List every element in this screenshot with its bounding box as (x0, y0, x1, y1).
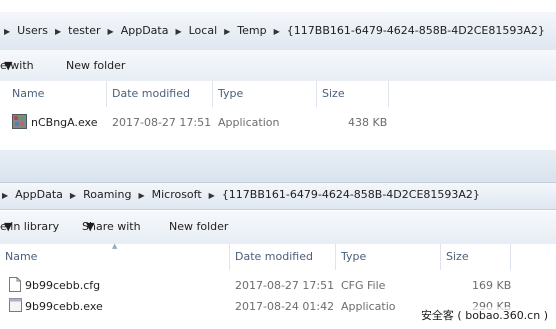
window-separator (0, 150, 556, 182)
exe-icon (12, 114, 27, 129)
file-name: 9b99cebb.exe (25, 300, 103, 313)
breadcrumb-item[interactable]: Roaming (83, 188, 131, 201)
breadcrumb-arrow-icon[interactable]: ▶ (209, 191, 215, 200)
breadcrumb-arrow-icon[interactable]: ▶ (175, 27, 181, 36)
file-size: 438 KB (348, 116, 388, 129)
file-date: 2017-08-27 17:51 (112, 116, 212, 129)
toolbar-1: e with ▼ New folder (0, 50, 556, 83)
chevron-down-icon: ▼ (86, 220, 95, 233)
breadcrumb-arrow-icon[interactable]: ▶ (274, 27, 280, 36)
breadcrumb-arrow-icon[interactable]: ▶ (2, 191, 8, 200)
column-header-row-1: Name Date modified Type Size (0, 81, 556, 107)
column-header-size[interactable]: Size (446, 244, 469, 270)
breadcrumb-item[interactable]: Microsoft (152, 188, 202, 201)
toolbar-2: e in library ▼ Share with ▼ New folder (0, 211, 556, 245)
chevron-down-icon: ▼ (4, 59, 13, 72)
breadcrumb-item[interactable]: AppData (121, 24, 169, 37)
file-icon (9, 277, 21, 292)
column-header-date[interactable]: Date modified (112, 81, 190, 107)
breadcrumb-arrow-icon[interactable]: ▶ (70, 191, 76, 200)
file-type: CFG File (341, 279, 386, 292)
column-header-name[interactable]: Name (12, 81, 44, 107)
new-folder-button[interactable]: New folder (66, 50, 125, 82)
address-bar-2[interactable]: ▶ AppData ▶ Roaming ▶ Microsoft ▶ {117BB161-647… (0, 182, 556, 210)
table-row[interactable]: nCBngA.exe 2017-08-27 17:51 Application … (0, 110, 556, 134)
new-folder-button[interactable]: New folder (169, 211, 228, 243)
file-name: 9b99cebb.cfg (25, 279, 101, 292)
breadcrumb-item[interactable]: Local (189, 24, 218, 37)
table-row[interactable]: 9b99cebb.cfg 2017-08-27 17:51 CFG File 1… (0, 275, 556, 295)
file-size: 169 KB (472, 279, 512, 292)
file-name: nCBngA.exe (31, 116, 98, 129)
breadcrumb-arrow-icon[interactable]: ▶ (55, 27, 61, 36)
sort-ascending-icon: ▲ (112, 242, 118, 250)
breadcrumb-arrow-icon[interactable]: ▶ (138, 191, 144, 200)
chevron-down-icon: ▼ (4, 220, 13, 233)
breadcrumb-item[interactable]: tester (68, 24, 100, 37)
column-header-date[interactable]: Date modified (235, 244, 313, 270)
breadcrumb-item[interactable]: {117BB161-6479-4624-858B-4D2CE81593A2} (222, 188, 480, 201)
column-header-type[interactable]: Type (218, 81, 243, 107)
breadcrumb-item[interactable]: {117BB161-6479-4624-858B-4D2CE81593A2} (287, 24, 545, 37)
file-date: 2017-08-24 01:42 (235, 300, 335, 313)
file-type: Application (218, 116, 280, 129)
column-header-size[interactable]: Size (322, 81, 345, 107)
column-header-name[interactable]: Name (5, 244, 37, 270)
breadcrumb-item[interactable]: AppData (15, 188, 63, 201)
column-header-type[interactable]: Type (341, 244, 366, 270)
breadcrumb-item[interactable]: Users (17, 24, 48, 37)
breadcrumb-item[interactable]: Temp (237, 24, 266, 37)
column-header-row-2: ▲ Name Date modified Type Size (0, 242, 556, 270)
file-date: 2017-08-27 17:51 (235, 279, 335, 292)
breadcrumb-arrow-icon[interactable]: ▶ (108, 27, 114, 36)
breadcrumb-arrow-icon[interactable]: ▶ (4, 27, 10, 36)
exe-icon (9, 298, 22, 312)
breadcrumb-arrow-icon[interactable]: ▶ (224, 27, 230, 36)
watermark: 安全客 ( bobao.360.cn ) (418, 307, 550, 323)
file-type: Applicatio (341, 300, 396, 313)
address-bar-1[interactable]: ▶ Users ▶ tester ▶ AppData ▶ Local ▶ Temp ▶ {117BB1… (0, 12, 556, 51)
